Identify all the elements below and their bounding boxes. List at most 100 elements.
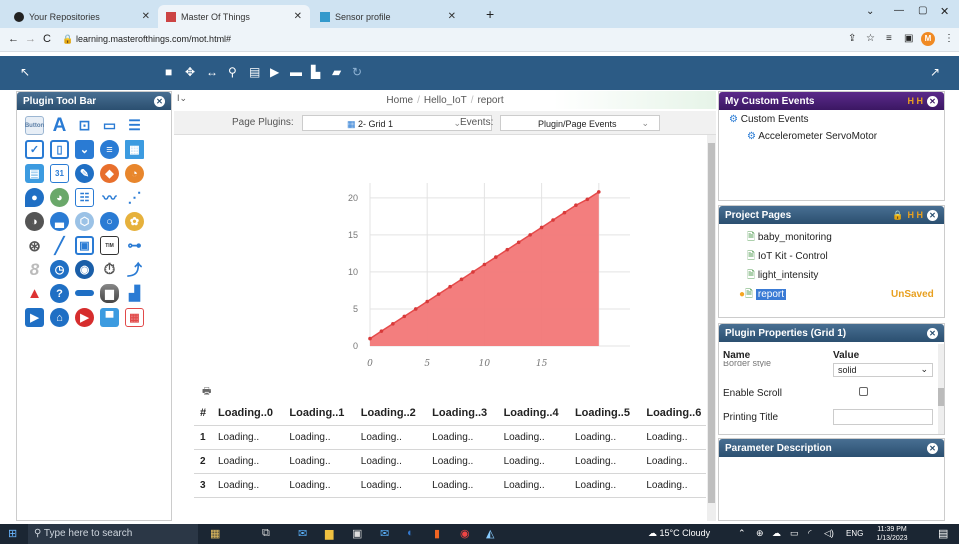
save-icons[interactable]: H H xyxy=(908,96,924,106)
back-icon[interactable]: ← xyxy=(8,33,19,45)
folder-icon[interactable]: ▬ xyxy=(290,65,302,79)
printing-title-input[interactable] xyxy=(833,409,933,425)
print-icon[interactable]: 🖶 xyxy=(202,384,211,401)
forward-icon[interactable]: → xyxy=(25,33,36,45)
terminal-plugin-icon[interactable]: ▶ xyxy=(25,308,44,327)
data-point[interactable] xyxy=(379,329,384,333)
tray-chevron-icon[interactable]: ⌃ xyxy=(738,528,746,539)
grid-header-cell[interactable]: Loading..0 xyxy=(212,401,283,425)
menu-plugin-icon[interactable]: ≡ xyxy=(100,140,119,159)
weather-widget[interactable]: ☁ 15°C Cloudy xyxy=(648,528,710,539)
save-icons[interactable]: H H xyxy=(908,210,924,220)
grid-header-cell[interactable]: Loading..2 xyxy=(355,401,426,425)
table-row[interactable]: 2 Loading.. Loading.. Loading.. Loading.. Loa… xyxy=(194,449,706,473)
save-icon[interactable]: ▙ xyxy=(311,65,320,79)
close-icon[interactable]: ✕ xyxy=(154,95,165,107)
data-point[interactable] xyxy=(482,262,487,267)
mail-app-icon[interactable]: ✉ xyxy=(380,527,389,540)
close-tab-icon[interactable]: ✕ xyxy=(448,11,456,22)
page-item-light-intensity[interactable]: 🗎 light_intensity xyxy=(747,266,944,285)
collapse-icon[interactable]: ↖ xyxy=(20,65,30,79)
data-point[interactable] xyxy=(459,277,464,282)
data-point[interactable] xyxy=(539,225,544,230)
mail-icon[interactable]: ✉ xyxy=(298,527,307,540)
checkbox-plugin-icon[interactable]: ✓ xyxy=(25,140,44,159)
tab-sensor-profile[interactable]: Sensor profile ✕ xyxy=(312,5,464,28)
url-text[interactable]: learning.masterofthings.com/mot.html# xyxy=(76,34,231,44)
bubble-plugin-icon[interactable]: ✿ xyxy=(125,212,144,231)
chat-plugin-icon[interactable]: ✎ xyxy=(75,164,94,183)
minimize-button[interactable]: — xyxy=(894,5,904,16)
gauge-plugin-icon[interactable]: ◑ xyxy=(25,212,44,231)
app-icon[interactable]: ◭ xyxy=(486,527,494,540)
data-point[interactable] xyxy=(574,203,578,208)
new-tab-button[interactable]: + xyxy=(486,6,494,22)
close-icon[interactable]: ✕ xyxy=(927,442,938,454)
tree-node-accelerometer[interactable]: ⚙ Accelerometer ServoMotor xyxy=(729,125,934,142)
tank-plugin-icon[interactable]: ▆ xyxy=(100,284,119,303)
grid-header-cell[interactable]: Loading..3 xyxy=(426,401,497,425)
lock-icon[interactable]: 🔒 xyxy=(892,210,903,221)
expand-icon[interactable]: ↗ xyxy=(930,65,940,79)
search-icon[interactable]: ⚲ xyxy=(228,65,237,79)
data-point[interactable] xyxy=(436,292,441,296)
file-explorer-icon[interactable]: ▆ xyxy=(325,527,333,540)
data-point[interactable] xyxy=(597,190,601,194)
data-point[interactable] xyxy=(551,218,555,222)
profile-avatar[interactable]: M xyxy=(921,32,935,46)
scatter-plugin-icon[interactable]: ⋰ xyxy=(125,188,144,207)
close-icon[interactable]: ✕ xyxy=(927,327,938,339)
data-point[interactable] xyxy=(402,314,407,319)
input-plugin-icon[interactable]: ⊡ xyxy=(75,116,94,135)
stopwatch-plugin-icon[interactable]: ⏱ xyxy=(100,260,119,279)
map-plugin-icon[interactable]: ◕ xyxy=(50,188,69,207)
slash-plugin-icon[interactable]: ╱ xyxy=(50,236,69,255)
language-indicator[interactable]: ENG xyxy=(846,529,863,538)
grid-header-cell[interactable]: Loading..6 xyxy=(640,401,706,425)
wifi-icon[interactable]: ◜ xyxy=(808,528,812,539)
progress-plugin-icon[interactable] xyxy=(75,290,94,296)
textbox-plugin-icon[interactable]: ▭ xyxy=(100,116,119,135)
side-panel-icon[interactable]: ▣ xyxy=(904,33,913,44)
reading-list-icon[interactable]: ≡ xyxy=(886,33,892,44)
data-point[interactable] xyxy=(368,336,372,341)
toggle-panel-icon[interactable]: I⌄ xyxy=(177,93,187,104)
maximize-button[interactable]: ▢ xyxy=(918,5,927,16)
task-view-icon[interactable]: ⧉ xyxy=(262,527,270,540)
data-point[interactable] xyxy=(391,321,395,326)
help-plugin-icon[interactable]: ? xyxy=(50,284,69,303)
grid-plugin-icon[interactable]: ▤ xyxy=(25,164,44,183)
stats-plugin-icon[interactable]: ▃ xyxy=(50,212,69,231)
location-plugin-icon[interactable]: ● xyxy=(25,188,44,207)
play-icon[interactable]: ▶ xyxy=(270,65,279,79)
open-folder-icon[interactable]: ▰ xyxy=(332,65,341,79)
step-plugin-icon[interactable]: ⤴ xyxy=(125,260,144,279)
reload-icon[interactable]: C xyxy=(43,33,51,45)
move-icon[interactable]: ✥ xyxy=(185,65,195,79)
battery-icon[interactable]: ▭ xyxy=(790,528,799,539)
digital-plugin-icon[interactable]: 8 xyxy=(25,260,44,279)
tree-node-custom-events[interactable]: ⚙ Custom Events xyxy=(729,114,934,125)
data-point[interactable] xyxy=(494,255,498,259)
data-point[interactable] xyxy=(448,284,452,289)
border-style-select[interactable]: solid ⌄ xyxy=(833,363,933,377)
preview-icon[interactable]: ■ xyxy=(165,65,172,79)
close-window-button[interactable]: ✕ xyxy=(940,5,949,18)
chrome-icon[interactable]: ◉ xyxy=(460,527,470,540)
data-point[interactable] xyxy=(585,197,590,202)
table-row[interactable]: 1 Loading.. Loading.. Loading.. Loading.. Loa… xyxy=(194,425,706,449)
layout-icon[interactable]: ▤ xyxy=(249,65,260,79)
knob-plugin-icon[interactable]: ◉ xyxy=(75,260,94,279)
resize-icon[interactable]: ↔ xyxy=(206,65,218,79)
page-item-baby-monitoring[interactable]: 🗎 baby_monitoring xyxy=(747,228,944,247)
slider-plugin-icon[interactable]: ⊶ xyxy=(125,236,144,255)
chart-3d-plugin-icon[interactable]: ◆ xyxy=(100,164,119,183)
volume-icon[interactable]: ◁) xyxy=(824,528,834,539)
close-tab-icon[interactable]: ✕ xyxy=(142,11,150,22)
grid-header-cell[interactable]: Loading..5 xyxy=(569,401,640,425)
data-point[interactable] xyxy=(425,299,429,304)
bar-plugin-icon[interactable]: ▟ xyxy=(125,284,144,303)
table-plugin-icon[interactable]: ▦ xyxy=(125,140,144,159)
events-select[interactable]: Plugin/Page Events ⌄ xyxy=(500,115,660,131)
button-plugin-icon[interactable]: Button xyxy=(25,116,44,135)
